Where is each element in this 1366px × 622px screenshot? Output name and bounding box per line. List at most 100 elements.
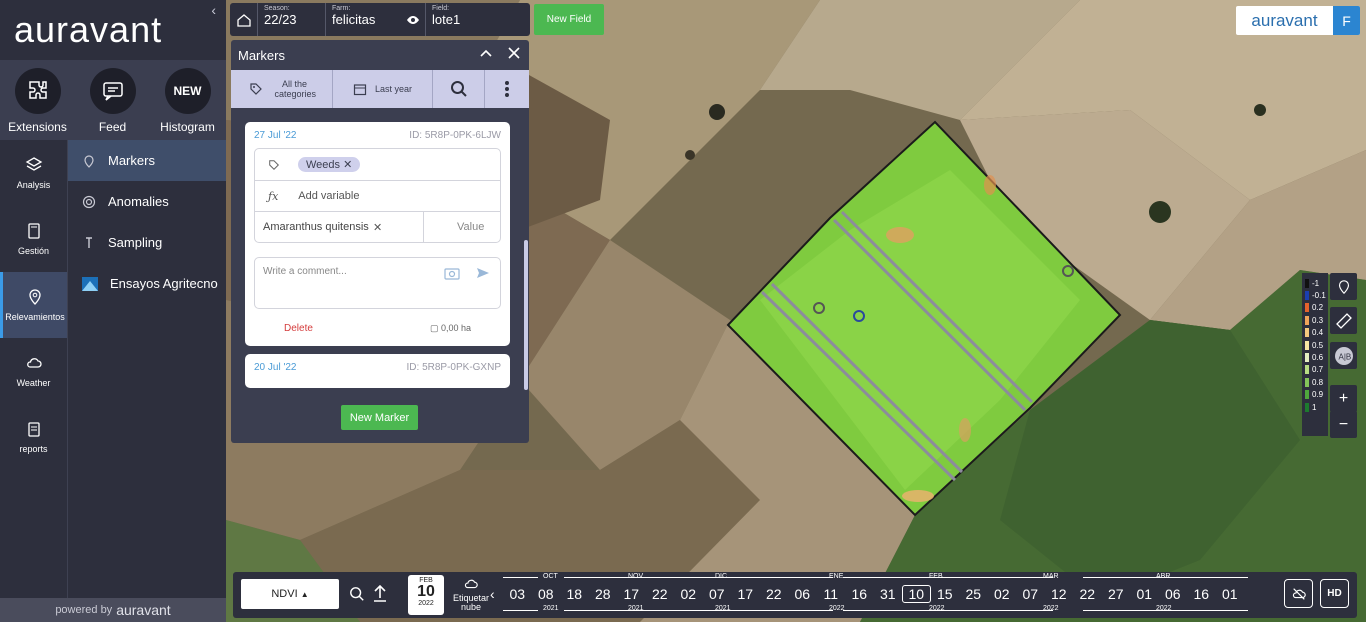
new-field-button[interactable]: New Field (534, 4, 604, 35)
tag-cloud-button[interactable]: Etiquetar nube (451, 576, 491, 612)
timeline-day[interactable]: 31 (874, 586, 903, 602)
timeline-day[interactable]: 16 (1187, 586, 1216, 602)
marker-category-row[interactable]: Weeds ✕ (255, 149, 500, 180)
search-icon[interactable] (349, 586, 365, 602)
marker-card[interactable]: 27 Jul '22 ID: 5R8P-0PK-6LJW Weeds ✕ ƒx … (245, 122, 510, 346)
timeline-days[interactable]: 03 08 18 28 17 22 02 07 17 22 06 11 16 31 10 15 25 02 07 12… (503, 584, 1248, 604)
feed-button[interactable]: Feed (75, 60, 150, 140)
season-value: 22/23 (264, 12, 297, 27)
timeline-day[interactable]: 25 (959, 586, 988, 602)
field-selector[interactable]: Field: lote1 (426, 3, 522, 36)
extensions-button[interactable]: Extensions (0, 60, 75, 140)
legend-label: 0.4 (1312, 328, 1324, 338)
user-avatar[interactable]: F (1333, 6, 1360, 35)
timeline-day[interactable]: 12 (1045, 586, 1074, 602)
timeline-day[interactable]: 22 (1073, 586, 1102, 602)
timeline-prev-icon[interactable]: ‹ (490, 586, 495, 602)
brand-badge: auravant F (1236, 6, 1360, 35)
timeline-day[interactable]: 15 (931, 586, 960, 602)
farm-selector[interactable]: Farm: felicitas (326, 3, 400, 36)
timeline-day[interactable]: 22 (646, 586, 675, 602)
timeline-day[interactable]: 02 (988, 586, 1017, 602)
timeline-day[interactable]: 17 (731, 586, 760, 602)
puzzle-icon (14, 68, 61, 114)
camera-icon[interactable] (444, 266, 460, 280)
submenu-item-sampling[interactable]: Sampling (68, 222, 226, 263)
close-icon[interactable] (507, 46, 521, 60)
timeline-day[interactable]: 03 (503, 586, 532, 602)
rail-item-analysis[interactable]: Analysis (0, 140, 67, 206)
timeline-day[interactable]: 02 (674, 586, 703, 602)
compare-button[interactable]: A|B (1330, 342, 1357, 369)
timeline-separator (564, 577, 649, 578)
marker-card[interactable]: 20 Jul '22 ID: 5R8P-0PK-GXNP (245, 354, 510, 388)
category-filter[interactable]: All the categories (231, 70, 333, 108)
kebab-menu-icon (505, 81, 509, 97)
timeline-separator (733, 577, 833, 578)
date-filter[interactable]: Last year (333, 70, 433, 108)
timeline-day[interactable]: 18 (560, 586, 589, 602)
send-icon[interactable] (476, 266, 490, 280)
season-selector[interactable]: Season: 22/23 (258, 3, 326, 36)
rail-item-gestion[interactable]: Gestión (0, 206, 67, 272)
timeline-day[interactable]: 07 (703, 586, 732, 602)
add-variable-row[interactable]: ƒx Add variable (255, 180, 500, 211)
timeline-day[interactable]: 08 (532, 586, 561, 602)
timeline-day[interactable]: 16 (845, 586, 874, 602)
submenu-item-markers[interactable]: Markers (68, 140, 226, 181)
timeline-day[interactable]: 06 (1244, 586, 1248, 602)
collapse-sidebar-icon[interactable]: ‹ (211, 2, 216, 18)
cloud-filter-button[interactable] (1284, 579, 1313, 608)
measure-button[interactable] (1330, 307, 1357, 334)
field-visibility-toggle[interactable] (400, 3, 426, 36)
marker-list[interactable]: 27 Jul '22 ID: 5R8P-0PK-6LJW Weeds ✕ ƒx … (245, 122, 510, 429)
remove-variable-icon[interactable]: ✕ (373, 221, 423, 234)
submenu-item-ensayos[interactable]: Ensayos Agritecno (68, 263, 226, 304)
ruler-icon (1335, 312, 1352, 329)
timeline-day[interactable]: 06 (788, 586, 817, 602)
rail-item-weather[interactable]: Weather (0, 338, 67, 404)
submenu-item-anomalies[interactable]: Anomalies (68, 181, 226, 222)
timeline-separator (503, 610, 538, 611)
tag-icon (269, 159, 280, 170)
feed-label: Feed (98, 120, 127, 134)
timeline-day[interactable]: 10 (902, 585, 931, 603)
new-marker-button[interactable]: New Marker (341, 405, 418, 430)
comment-input[interactable]: Write a comment... (254, 257, 501, 309)
timeline-day[interactable]: 28 (589, 586, 618, 602)
chevron-up-icon[interactable] (479, 46, 493, 60)
search-button[interactable] (433, 70, 485, 108)
timeline-separator (933, 610, 1053, 611)
hd-toggle-button[interactable]: HD (1320, 579, 1349, 608)
timeline-day[interactable]: 17 (617, 586, 646, 602)
legend-item: 0.7 (1302, 364, 1328, 376)
legend-label: 0.3 (1312, 315, 1324, 325)
histogram-button[interactable]: NEW Histogram (150, 60, 225, 140)
category-chip-label: Weeds (306, 159, 341, 171)
more-options-button[interactable] (485, 70, 529, 108)
timeline-day[interactable]: 01 (1130, 586, 1159, 602)
category-chip[interactable]: Weeds ✕ (298, 157, 361, 172)
upload-icon[interactable] (372, 585, 388, 603)
rail-item-reports[interactable]: reports (0, 404, 67, 470)
timeline-day[interactable]: 07 (1016, 586, 1045, 602)
timeline-day[interactable]: 27 (1102, 586, 1131, 602)
field-value: lote1 (432, 12, 461, 27)
marker-list-scrollbar[interactable] (524, 240, 528, 390)
timeline-day[interactable]: 06 (1159, 586, 1188, 602)
remove-chip-icon[interactable]: ✕ (343, 159, 352, 171)
timeline-day[interactable]: 11 (817, 586, 846, 602)
rail-item-relevamientos[interactable]: Relevamientos (0, 272, 67, 338)
variable-value-input[interactable]: Value (423, 211, 484, 243)
delete-marker-button[interactable]: Delete (284, 323, 313, 334)
zoom-out-button[interactable]: − (1330, 411, 1357, 438)
timeline-day[interactable]: 01 (1216, 586, 1245, 602)
home-button[interactable] (230, 3, 258, 36)
chat-icon (89, 68, 136, 114)
locate-button[interactable] (1330, 273, 1357, 300)
timeline-day[interactable]: 22 (760, 586, 789, 602)
zoom-in-button[interactable]: + (1330, 385, 1357, 412)
selected-date[interactable]: FEB 10 2022 (408, 575, 444, 615)
sampler-icon (86, 236, 92, 248)
index-selector[interactable]: NDVI ▲ (241, 579, 339, 609)
